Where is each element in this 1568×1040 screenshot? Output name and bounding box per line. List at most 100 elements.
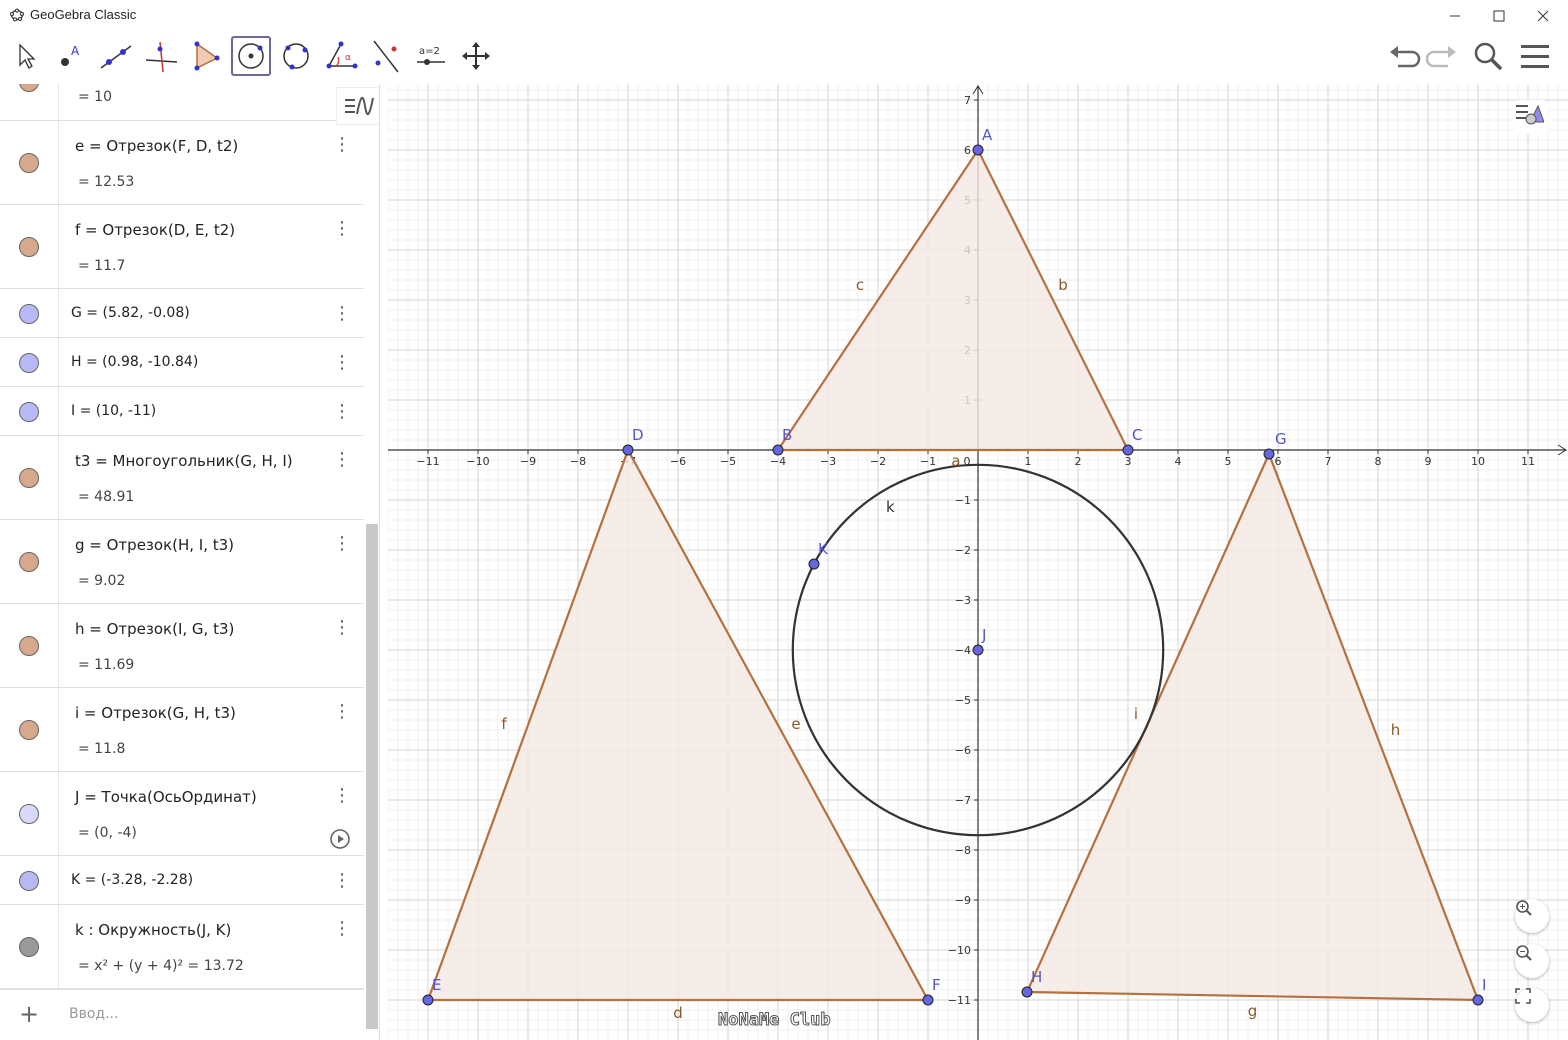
more-options-icon[interactable]: ⋮ [333, 450, 351, 470]
zoom-in-button[interactable] [1515, 899, 1549, 933]
algebra-scrollbar[interactable] [366, 524, 378, 1029]
close-button[interactable] [1520, 0, 1566, 32]
search-button[interactable] [1470, 38, 1506, 74]
perpendicular-tool-button[interactable] [141, 36, 181, 76]
row-definition[interactable]: k : Окружность(J, K) [75, 921, 231, 939]
more-options-icon[interactable]: ⋮ [333, 401, 351, 422]
more-options-icon[interactable]: ⋮ [333, 786, 351, 806]
point-e[interactable] [422, 994, 434, 1006]
triangle-ghi[interactable] [1025, 451, 1480, 1002]
algebra-row[interactable]: h = Отрезок(I, G, t3) = 11.69 ⋮ [0, 604, 364, 688]
algebra-row[interactable]: J = Точка(ОсьОрдинат) = (0, -4) ⋮ [0, 772, 364, 856]
algebra-row[interactable]: k : Окружность(J, K) = x² + (y + 4)² = 13… [0, 905, 364, 989]
slider-tool-button[interactable]: a=2 [411, 36, 451, 76]
point-i[interactable] [1472, 994, 1484, 1006]
more-options-icon[interactable]: ⋮ [333, 702, 351, 722]
algebra-row[interactable]: g = Отрезок(H, I, t3) = 9.02 ⋮ [0, 520, 364, 604]
undo-button[interactable] [1386, 38, 1422, 74]
visibility-toggle[interactable] [19, 937, 39, 957]
graphics-view[interactable]: −11 −10 −9 −8 −7 −6 −5 −4 −3 −2 −10 1 2 3 4 5 6 7 8 9 10 11 −1… [388, 84, 1568, 1040]
more-options-icon[interactable]: ⋮ [333, 303, 351, 324]
row-definition[interactable]: h = Отрезок(I, G, t3) [75, 620, 234, 638]
graphics-canvas[interactable]: −11 −10 −9 −8 −7 −6 −5 −4 −3 −2 −10 1 2 3 4 5 6 7 8 9 10 11 −1… [388, 84, 1568, 1040]
row-definition[interactable]: i = Отрезок(G, H, t3) [75, 704, 236, 722]
algebra-row[interactable]: H = (0.98, -10.84) ⋮ [0, 338, 364, 387]
visibility-toggle[interactable] [19, 303, 39, 324]
zoom-out-button[interactable] [1515, 944, 1549, 978]
visibility-toggle[interactable] [19, 870, 39, 891]
point-j[interactable] [972, 644, 984, 656]
row-definition[interactable]: g = Отрезок(H, I, t3) [75, 536, 234, 554]
point-a[interactable] [972, 144, 984, 156]
move-graphics-view-tool-button[interactable] [456, 36, 496, 76]
input-bar[interactable]: + Ввод... [0, 989, 364, 1037]
x-tick-label: 8 [1375, 455, 1382, 468]
more-options-icon[interactable]: ⋮ [333, 618, 351, 638]
point-tool-button[interactable]: A [51, 36, 91, 76]
visibility-toggle[interactable] [19, 153, 39, 173]
visibility-toggle[interactable] [19, 468, 39, 488]
row-definition[interactable]: f = Отрезок(D, E, t2) [75, 221, 235, 239]
point-k[interactable] [808, 558, 820, 570]
minimize-button[interactable] [1432, 0, 1478, 32]
input-placeholder[interactable]: Ввод... [69, 1006, 118, 1022]
row-definition[interactable]: K = (-3.28, -2.28) [71, 872, 193, 888]
visibility-toggle[interactable] [19, 552, 39, 572]
graphics-style-bar-button[interactable] [1514, 100, 1548, 134]
row-definition[interactable]: I = (10, -11) [71, 403, 156, 419]
reflect-tool-button[interactable] [366, 36, 406, 76]
visibility-toggle[interactable] [19, 804, 39, 824]
point-f[interactable] [922, 994, 934, 1006]
algebra-row[interactable]: e = Отрезок(F, D, t2) = 12.53 ⋮ [0, 121, 364, 205]
algebra-style-icon [345, 96, 374, 116]
perpendicular-line-icon [145, 41, 178, 73]
visibility-toggle[interactable] [19, 636, 39, 656]
move-tool-button[interactable] [6, 36, 46, 76]
point-label: E [432, 976, 441, 994]
visibility-toggle[interactable] [19, 401, 39, 422]
algebra-row[interactable]: f = Отрезок(D, E, t2) = 11.7 ⋮ [0, 205, 364, 289]
point-g[interactable] [1263, 448, 1275, 460]
point-d[interactable] [622, 444, 634, 456]
segment-label: b [1058, 276, 1068, 294]
more-options-icon[interactable]: ⋮ [333, 219, 351, 239]
maximize-button[interactable] [1476, 0, 1522, 32]
row-definition[interactable]: e = Отрезок(F, D, t2) [75, 137, 238, 155]
window-title: GeoGebra Classic [30, 7, 137, 22]
algebra-row[interactable]: = 10 [0, 84, 364, 121]
more-options-icon[interactable]: ⋮ [333, 352, 351, 373]
point-c[interactable] [1122, 444, 1134, 456]
line-tool-button[interactable] [96, 36, 136, 76]
point-h[interactable] [1021, 986, 1033, 998]
circle-three-points-tool-button[interactable] [276, 36, 316, 76]
main-menu-button[interactable] [1517, 38, 1553, 74]
algebra-row[interactable]: G = (5.82, -0.08) ⋮ [0, 289, 364, 338]
algebra-row[interactable]: i = Отрезок(G, H, t3) = 11.8 ⋮ [0, 688, 364, 772]
y-tick-label: −5 [955, 694, 971, 707]
more-options-icon[interactable]: ⋮ [333, 870, 351, 891]
more-options-icon[interactable]: ⋮ [333, 919, 351, 939]
row-definition[interactable]: G = (5.82, -0.08) [71, 305, 190, 321]
point-b[interactable] [772, 444, 784, 456]
more-options-icon[interactable]: ⋮ [333, 534, 351, 554]
visibility-toggle[interactable] [19, 720, 39, 740]
row-definition[interactable]: t3 = Многоугольник(G, H, I) [75, 452, 293, 470]
algebra-row[interactable]: K = (-3.28, -2.28) ⋮ [0, 856, 364, 905]
visibility-toggle[interactable] [19, 237, 39, 257]
title-bar: GeoGebra Classic [0, 0, 1568, 32]
circle-center-point-tool-button[interactable] [231, 36, 271, 76]
algebra-row[interactable]: I = (10, -11) ⋮ [0, 387, 364, 436]
play-animation-icon[interactable] [329, 828, 351, 850]
fullscreen-button[interactable] [1515, 988, 1549, 1022]
redo-button[interactable] [1424, 38, 1460, 74]
algebra-style-bar-button[interactable] [336, 87, 379, 125]
angle-tool-button[interactable]: α [321, 36, 361, 76]
row-definition[interactable]: H = (0.98, -10.84) [71, 354, 198, 370]
visibility-toggle[interactable] [19, 352, 39, 373]
algebra-row[interactable]: t3 = Многоугольник(G, H, I) = 48.91 ⋮ [0, 436, 364, 520]
row-definition[interactable]: J = Точка(ОсьОрдинат) [75, 788, 257, 806]
more-options-icon[interactable]: ⋮ [333, 135, 351, 155]
add-input-icon[interactable]: + [19, 1000, 39, 1028]
polygon-tool-button[interactable] [186, 36, 226, 76]
visibility-toggle[interactable] [19, 84, 39, 92]
